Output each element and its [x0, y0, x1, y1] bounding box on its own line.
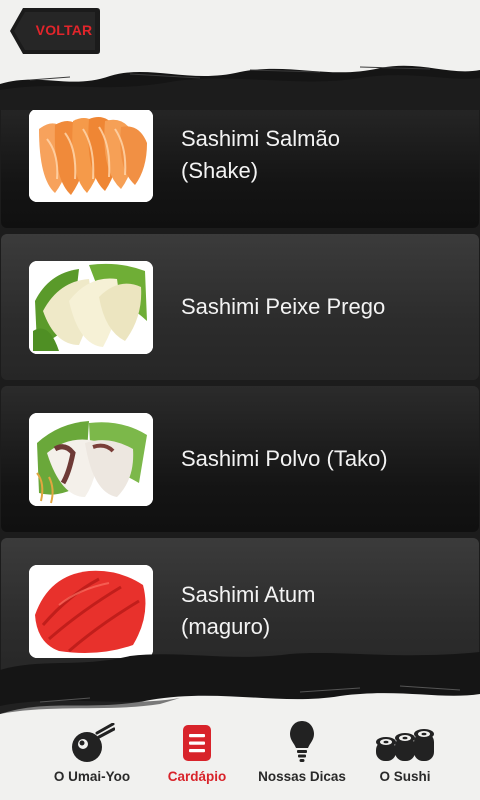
bowl-chopsticks-icon [69, 713, 115, 763]
menu-item-title: Sashimi Polvo (Tako) [181, 446, 388, 471]
back-button[interactable]: VOLTAR [9, 6, 101, 56]
tab-label: Cardápio [167, 769, 227, 784]
white-fish-sashimi-image [29, 261, 153, 354]
tab-label: Nossas Dicas [258, 769, 346, 784]
list-item[interactable]: Sashimi Peixe Prego [1, 234, 479, 380]
tab-o-sushi[interactable]: O Sushi [370, 705, 440, 800]
bottom-tab-bar: O Umai-Yoo Cardápio Nossas Dicas O Sushi [0, 650, 480, 800]
lightbulb-icon [288, 713, 316, 763]
tuna-sashimi-image [29, 565, 153, 658]
list-item[interactable]: Sashimi Polvo (Tako) [1, 386, 479, 532]
tab-label: O Umai-Yoo [53, 769, 131, 784]
salmon-sashimi-image [29, 109, 153, 202]
menu-item-title: Sashimi Peixe Prego [181, 294, 386, 319]
tab-label: O Sushi [379, 769, 431, 784]
octopus-sashimi-image [29, 413, 153, 506]
menu-list: Sashimi Salmão (Shake) Sashimi Peixe Pre… [0, 82, 480, 690]
sushi-rolls-icon [374, 713, 436, 763]
tab-nossas-dicas[interactable]: Nossas Dicas [250, 705, 354, 800]
menu-list-icon [182, 713, 212, 763]
tab-o-umai-yoo[interactable]: O Umai-Yoo [44, 705, 140, 800]
tab-cardapio[interactable]: Cardápio [158, 705, 236, 800]
brush-stroke-top [0, 65, 480, 110]
back-button-label: VOLTAR [35, 22, 93, 38]
